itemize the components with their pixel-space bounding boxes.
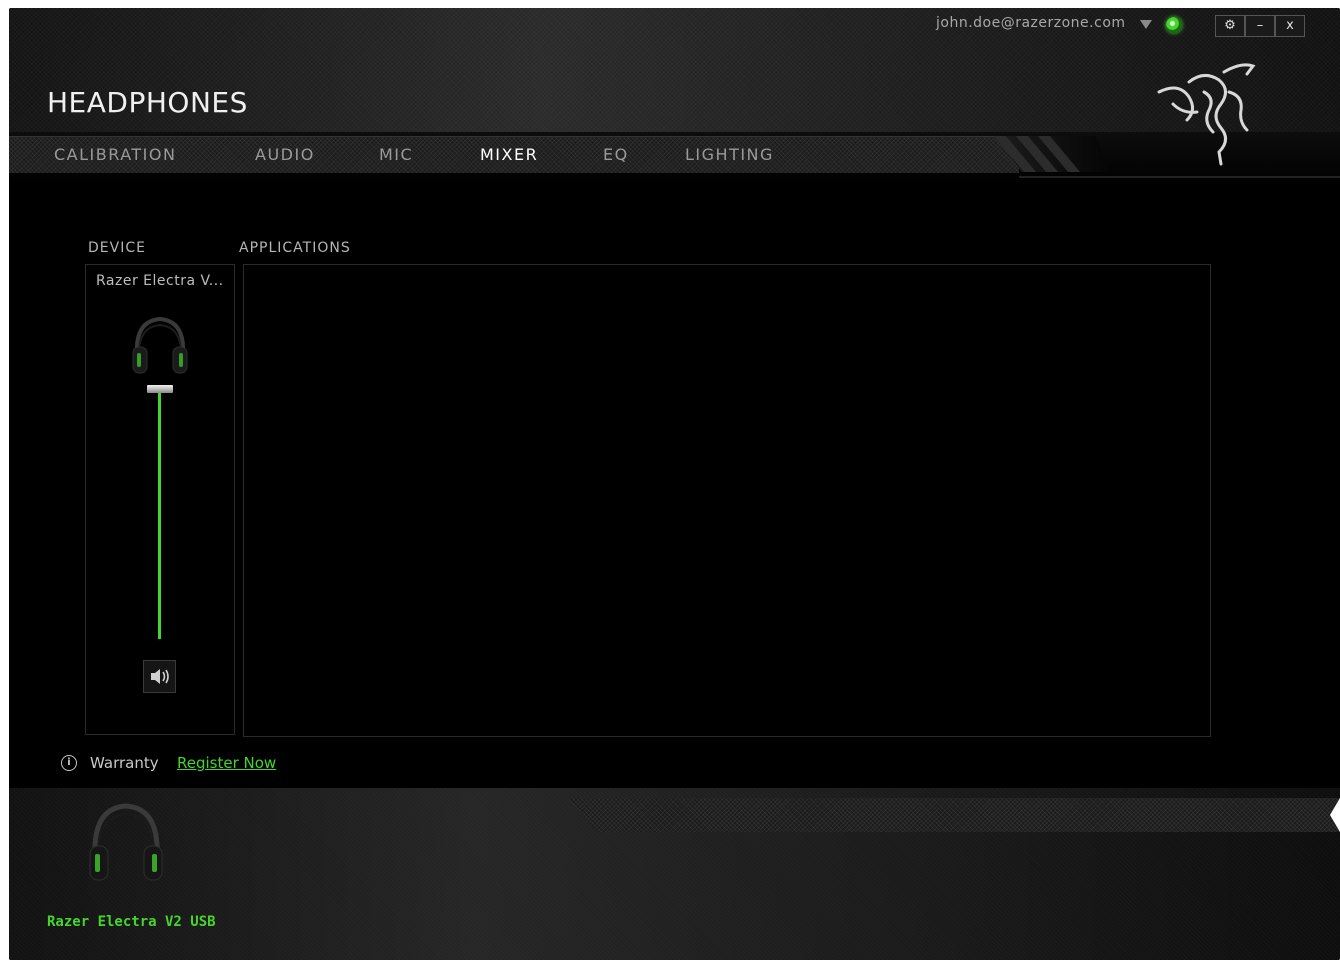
register-now-link[interactable]: Register Now <box>177 754 276 772</box>
device-header: DEVICE <box>88 240 146 256</box>
tab-mic[interactable]: MIC <box>379 145 413 164</box>
gear-icon: ⚙ <box>1224 18 1236 33</box>
volume-slider-fill <box>158 391 161 639</box>
device-name: Razer Electra V... <box>96 273 224 289</box>
footer-device-name[interactable]: Razer Electra V2 USB <box>47 914 216 930</box>
device-headset-icon[interactable] <box>87 800 165 892</box>
tab-lighting[interactable]: LIGHTING <box>685 145 774 164</box>
page-title: HEADPHONES <box>47 86 248 119</box>
volume-slider-handle[interactable] <box>147 385 173 393</box>
headset-icon <box>132 316 188 374</box>
footer-band <box>567 798 1340 832</box>
warranty-label: Warranty <box>90 754 159 772</box>
tab-calibration[interactable]: CALIBRATION <box>54 145 176 164</box>
tab-eq[interactable]: EQ <box>603 145 629 164</box>
close-icon: x <box>1286 18 1294 33</box>
tab-mixer[interactable]: MIXER <box>480 145 538 164</box>
info-icon: i <box>61 755 77 771</box>
volume-slider[interactable] <box>158 391 161 639</box>
close-button[interactable]: x <box>1275 15 1305 37</box>
minimize-button[interactable]: – <box>1245 15 1275 37</box>
header-divider <box>1019 176 1340 178</box>
status-icon[interactable] <box>1166 17 1182 33</box>
device-panel: Razer Electra V... <box>85 264 235 735</box>
applications-panel <box>243 264 1211 737</box>
minimize-icon: – <box>1256 18 1264 33</box>
speaker-icon <box>151 669 169 684</box>
app-window: john.doe@razerzone.com ⚙ – x HEADPHONES … <box>9 8 1340 960</box>
razer-logo <box>1157 63 1256 166</box>
mute-button[interactable] <box>143 660 176 693</box>
tab-audio[interactable]: AUDIO <box>255 145 315 164</box>
account-email[interactable]: john.doe@razerzone.com <box>936 15 1126 31</box>
dropdown-caret-icon[interactable] <box>1140 20 1152 29</box>
settings-button[interactable]: ⚙ <box>1215 15 1245 37</box>
applications-header: APPLICATIONS <box>239 240 351 256</box>
